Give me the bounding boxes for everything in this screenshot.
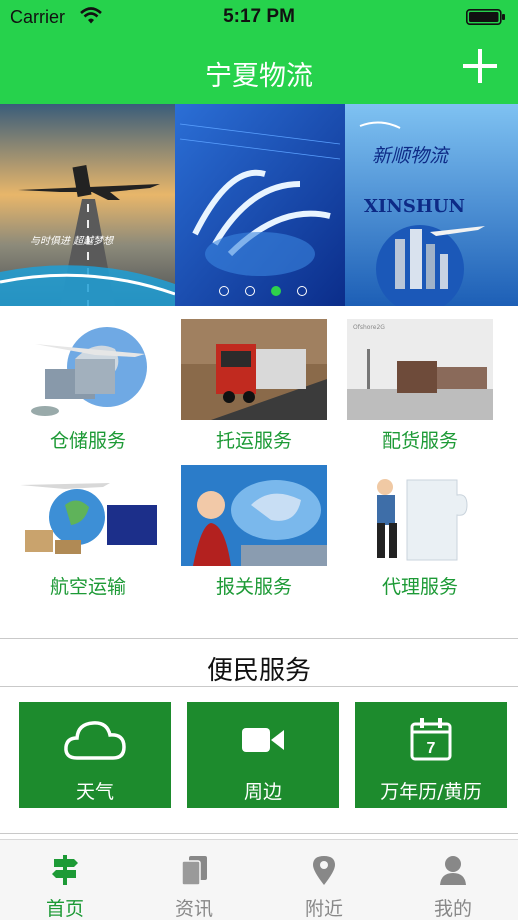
- calendar-day: 7: [427, 740, 436, 757]
- documents-icon: [181, 856, 207, 886]
- signpost-icon: [52, 855, 78, 885]
- banner-brand-en: XINSHUN: [364, 196, 465, 217]
- nearby-label: 周边: [243, 781, 282, 803]
- tab-nearby[interactable]: 附近: [259, 840, 389, 920]
- pager-dot[interactable]: [245, 286, 255, 296]
- map-pin-icon: [313, 856, 335, 885]
- service-distribution[interactable]: Ofshore2G 配货服务: [345, 306, 495, 456]
- service-label: 配货服务: [381, 430, 458, 452]
- agency-image: [347, 465, 493, 566]
- banner-image: 与时俱进 超越梦想 新顺物流 XINSHUN: [0, 104, 518, 306]
- pager-dot[interactable]: [297, 286, 307, 296]
- app-header: Carrier 5:17 PM 宁夏物流: [0, 0, 518, 104]
- service-label: 代理服务: [381, 576, 458, 598]
- nearby-button[interactable]: 周边: [187, 702, 339, 808]
- video-camera-icon: [242, 728, 284, 752]
- tab-news[interactable]: 资讯: [129, 840, 259, 920]
- section-divider: [0, 833, 518, 834]
- calendar-label: 万年历/黄历: [380, 781, 482, 803]
- service-warehouse[interactable]: 仓储服务: [13, 306, 163, 456]
- calendar-icon: 7: [410, 718, 452, 761]
- warehouse-image: [15, 319, 161, 420]
- tab-label: 我的: [433, 898, 472, 920]
- service-label: 报关服务: [215, 576, 292, 598]
- convenience-title: 便民服务: [206, 656, 311, 686]
- tab-label: 附近: [304, 898, 343, 920]
- service-label: 托运服务: [215, 430, 292, 452]
- image-caption: Ofshore2G: [353, 324, 385, 331]
- customs-image: [181, 465, 327, 566]
- service-customs[interactable]: 报关服务: [179, 452, 329, 602]
- truck-image: [181, 319, 327, 420]
- add-button[interactable]: [462, 48, 498, 84]
- carousel-pager[interactable]: [219, 286, 309, 300]
- service-consignment[interactable]: 托运服务: [179, 306, 329, 456]
- weather-label: 天气: [75, 781, 114, 803]
- tab-label: 资讯: [174, 898, 213, 920]
- tab-bar: 首页 资讯 附近 我的: [0, 839, 518, 920]
- air-cargo-image: [15, 465, 161, 566]
- banner-carousel[interactable]: 与时俱进 超越梦想 新顺物流 XINSHUN: [0, 104, 518, 306]
- banner-brand-cn: 新顺物流: [372, 145, 451, 167]
- status-time: 5:17 PM: [223, 6, 295, 27]
- tab-label: 首页: [45, 898, 84, 920]
- banner-caption: 与时俱进 超越梦想: [30, 235, 114, 247]
- calendar-button[interactable]: 7 万年历/黄历: [355, 702, 507, 808]
- page-title: 宁夏物流: [205, 61, 313, 92]
- tab-profile[interactable]: 我的: [388, 840, 518, 920]
- train-image: Ofshore2G: [347, 319, 493, 420]
- services-grid: 仓储服务 托运服务 Ofshore2G 配货服务 航空运输 报关服务 代理服务: [0, 306, 518, 624]
- cloud-icon: [64, 721, 126, 760]
- service-label: 航空运输: [49, 576, 126, 598]
- battery-icon: [466, 9, 505, 25]
- service-air-freight[interactable]: 航空运输: [13, 452, 163, 602]
- section-divider: [0, 686, 518, 687]
- pager-dot[interactable]: [219, 286, 229, 296]
- section-divider: [0, 638, 518, 639]
- service-agency[interactable]: 代理服务: [345, 452, 495, 602]
- pager-dot-active[interactable]: [271, 286, 281, 296]
- weather-button[interactable]: 天气: [19, 702, 171, 808]
- status-bar: Carrier 5:17 PM: [0, 0, 518, 34]
- service-label: 仓储服务: [49, 430, 126, 452]
- user-icon: [440, 856, 466, 885]
- tab-home[interactable]: 首页: [0, 840, 130, 920]
